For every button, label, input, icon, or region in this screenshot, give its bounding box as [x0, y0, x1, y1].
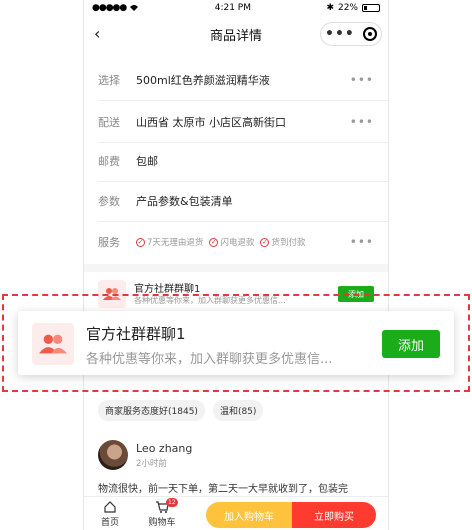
service-item: ✓ 7天无理由退货 — [136, 237, 204, 248]
mini-program-capsule: ••• — [320, 22, 382, 46]
signal-wifi-icons: ●●●●● — [92, 3, 139, 13]
divider — [98, 221, 388, 222]
bluetooth-icon: ✱ — [326, 3, 334, 13]
row-select[interactable]: 选择 500ml红色养颜滋润精华液 ••• — [84, 62, 388, 98]
wifi-icon — [130, 5, 139, 11]
reviewer-name: Leo zhang — [136, 442, 193, 455]
nav-bar: ‹ 商品详情 ••• — [84, 16, 388, 52]
add-group-button[interactable]: 添加 — [382, 330, 440, 358]
tab-home-label: 首页 — [100, 518, 119, 528]
buy-now-button[interactable]: 立即购买 — [292, 502, 376, 528]
group-desc: 各种优惠等你来，加入群聊获更多优惠信... — [86, 352, 333, 367]
avatar — [98, 440, 128, 470]
shipping-value: 包邮 — [136, 155, 158, 168]
review-tags: 商家服务态度好(1845) 温和(85) — [98, 400, 264, 421]
params-label: 参数 — [98, 195, 120, 208]
more-dots-icon[interactable]: ••• — [350, 235, 374, 249]
check-circle-icon: ✓ — [260, 237, 270, 247]
service-list: ✓ 7天无理由退货 ✓ 闪电退款 ✓ 货到付款 — [136, 236, 305, 248]
battery-icon — [362, 4, 380, 12]
section-gap — [84, 264, 388, 272]
select-value: 500ml红色养颜滋润精华液 — [136, 74, 270, 87]
tab-cart-label: 购物车 — [148, 518, 176, 528]
delivery-value: 山西省 太原市 小店区高新街口 — [136, 116, 286, 129]
check-circle-icon: ✓ — [136, 237, 145, 247]
shipping-label: 邮费 — [98, 155, 120, 168]
more-dots-icon[interactable]: ••• — [350, 115, 374, 129]
service-item: ✓ 闪电退款 — [209, 237, 255, 248]
signal-icon: ●●●●● — [92, 3, 127, 13]
review-time: 2小时前 — [136, 459, 167, 469]
delivery-label: 配送 — [98, 116, 120, 129]
group-chat-card-zoomed: 官方社群群聊1 各种优惠等你来，加入群聊获更多优惠信... 添加 — [18, 311, 454, 375]
review-text: 物流很快，前一天下单，第二天一大早就收到了，包装完 — [98, 484, 348, 495]
group-avatar-icon — [32, 323, 74, 365]
review-tag[interactable]: 商家服务态度好(1845) — [98, 400, 205, 421]
service-label: 服务 — [98, 236, 120, 249]
params-value: 产品参数&包装清单 — [136, 195, 233, 208]
tab-cart[interactable]: 12 购物车 — [142, 498, 182, 528]
cart-badge: 12 — [166, 498, 178, 507]
home-icon — [104, 501, 116, 513]
divider — [98, 181, 388, 182]
tab-home[interactable]: 首页 — [90, 500, 130, 528]
service-item: ✓ 货到付款 — [260, 237, 306, 248]
row-shipping: 邮费 包邮 — [84, 143, 388, 179]
add-to-cart-button[interactable]: 加入购物车 — [206, 502, 292, 528]
divider — [98, 100, 388, 101]
chevron-left-icon[interactable]: ‹ — [94, 24, 100, 43]
more-menu-icon[interactable]: ••• — [325, 27, 355, 41]
review-tag[interactable]: 温和(85) — [212, 400, 264, 421]
battery-percent: 22% — [337, 3, 358, 13]
page-title: 商品详情 — [209, 28, 262, 44]
check-circle-icon: ✓ — [209, 237, 219, 247]
bottom-bar: 首页 12 购物车 加入购物车 立即购买 — [84, 496, 388, 530]
group-title: 官方社群群聊1 — [86, 325, 186, 343]
status-bar: ●●●●● 4:21 PM ✱ 22% — [84, 0, 388, 16]
select-label: 选择 — [98, 74, 120, 87]
group-title: 官方社群群聊1 — [134, 284, 201, 295]
more-dots-icon[interactable]: ••• — [350, 73, 374, 87]
row-delivery[interactable]: 配送 山西省 太原市 小店区高新街口 ••• — [84, 104, 388, 140]
row-service[interactable]: 服务 ✓ 7天无理由退货 ✓ 闪电退款 ✓ 货到付款 ••• — [84, 224, 388, 260]
row-params[interactable]: 参数 产品参数&包装清单 — [84, 183, 388, 219]
close-target-icon[interactable] — [362, 27, 377, 41]
status-time: 4:21 PM — [214, 3, 251, 13]
phone-screen: ●●●●● 4:21 PM ✱ 22% ‹ 商品详情 ••• 选择 500ml红… — [83, 0, 389, 530]
